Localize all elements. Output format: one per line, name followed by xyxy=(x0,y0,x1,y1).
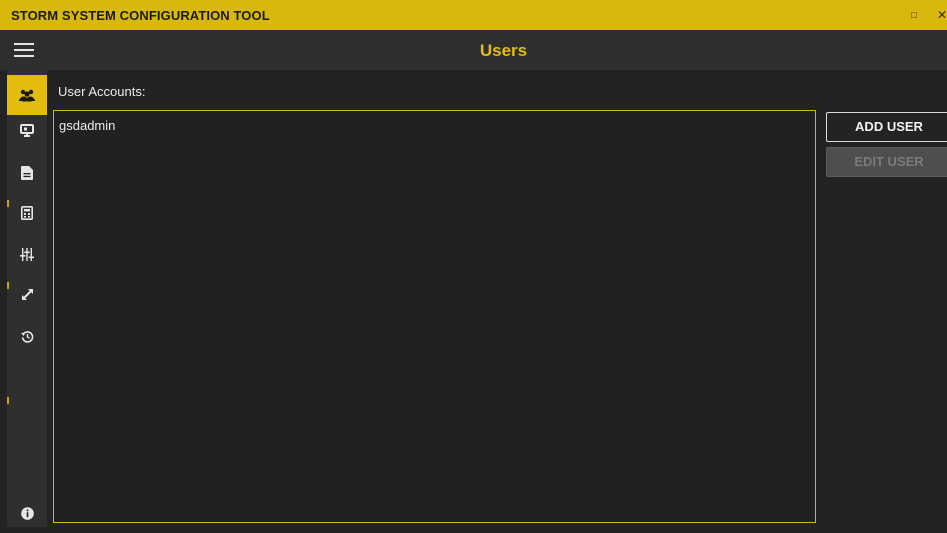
list-item[interactable]: gsdadmin xyxy=(59,118,115,133)
sidebar-item-displays[interactable] xyxy=(7,110,47,150)
info-icon xyxy=(20,506,34,520)
maximize-button[interactable]: □ xyxy=(911,10,917,22)
page-header: Users xyxy=(0,30,947,70)
user-accounts-label: User Accounts: xyxy=(58,84,146,99)
title-bar: STORM SYSTEM CONFIGURATION TOOL □ ✕ xyxy=(0,0,947,30)
app-title: STORM SYSTEM CONFIGURATION TOOL xyxy=(11,8,270,23)
expand-arrow-icon xyxy=(21,288,33,300)
sidebar-item-info[interactable] xyxy=(7,493,47,533)
close-button[interactable]: ✕ xyxy=(937,9,947,21)
hamburger-menu-icon[interactable] xyxy=(14,43,34,57)
sidebar-item-settings[interactable] xyxy=(7,234,47,274)
edit-user-button[interactable]: EDIT USER xyxy=(826,147,947,177)
sidebar-item-history[interactable] xyxy=(7,316,47,356)
sidebar-edge-mark xyxy=(7,397,9,404)
sidebar-item-calculator[interactable] xyxy=(7,193,47,233)
document-icon xyxy=(21,166,33,180)
add-user-button[interactable]: ADD USER xyxy=(826,112,947,142)
user-accounts-list[interactable]: gsdadmin xyxy=(53,110,816,523)
calculator-icon xyxy=(21,206,33,220)
sidebar-item-users[interactable] xyxy=(7,75,47,115)
sidebar xyxy=(7,70,47,527)
users-icon xyxy=(19,89,35,101)
page-title: Users xyxy=(479,41,528,60)
sliders-icon xyxy=(20,247,34,261)
history-icon xyxy=(20,330,33,343)
sidebar-item-resize[interactable] xyxy=(7,274,47,314)
sidebar-item-documents[interactable] xyxy=(7,153,47,193)
display-icon xyxy=(20,123,34,137)
